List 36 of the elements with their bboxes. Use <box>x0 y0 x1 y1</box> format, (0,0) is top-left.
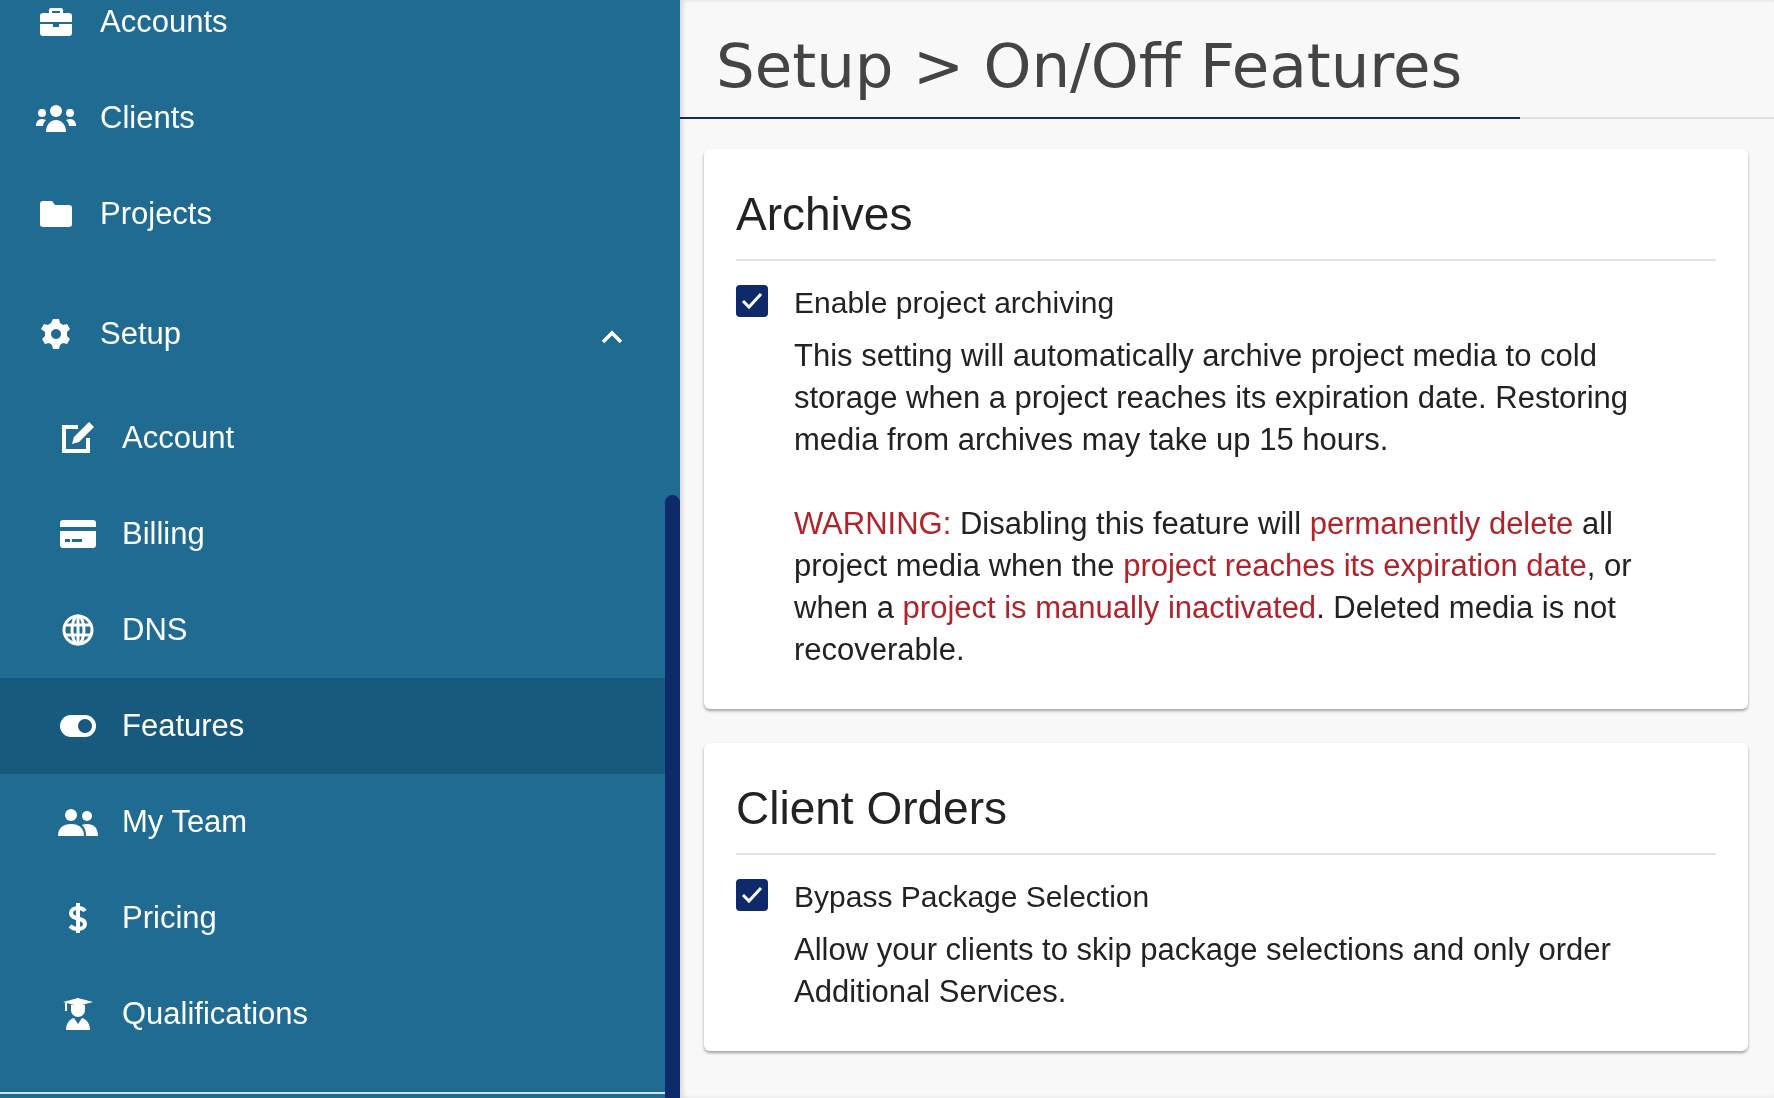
scrollbar-thumb[interactable] <box>665 495 680 1098</box>
settings-icon <box>41 319 71 349</box>
sidebar-item[interactable]: Account <box>0 390 665 486</box>
sidebar-item[interactable]: Features <box>0 678 665 774</box>
sidebar-item[interactable]: Setup <box>0 262 665 390</box>
page-title: Setup > On/Off Features <box>680 0 1521 119</box>
check-icon <box>741 292 763 310</box>
dollar-icon <box>68 902 88 934</box>
sidebar-item[interactable]: DNS <box>0 582 665 678</box>
folder-icon <box>40 201 72 227</box>
sidebar-item[interactable]: Accounts <box>0 0 665 70</box>
sidebar-item[interactable]: Qualifications <box>0 966 665 1062</box>
briefcase-icon <box>40 8 72 36</box>
description-text: Allow your clients to skip package selections and only order Additional Services. <box>794 931 1612 1011</box>
sidebar-item[interactable]: Pricing <box>0 870 665 966</box>
check-icon <box>741 886 763 904</box>
sidebar-item[interactable]: Billing <box>0 486 665 582</box>
graduate-icon <box>63 998 93 1030</box>
sidebar-item[interactable]: My Team <box>0 774 665 870</box>
checkbox[interactable] <box>736 879 768 911</box>
chevron-up-icon <box>601 330 623 344</box>
credit-card-icon <box>60 520 96 548</box>
users-icon <box>36 104 76 132</box>
globe-icon <box>62 614 94 646</box>
description-text: This setting will automatically archive project media to cold storage when a project reaches its expiration date. Restoring media from archives may take up 15 hours. <box>794 337 1630 459</box>
option-label: Enable project archiving <box>794 285 1116 321</box>
users-icon <box>58 808 98 836</box>
warning-text: WARNING: Disabling this feature will permanently delete all project media when the project reaches its expiration date, or when a project is manually inactivated. Deleted media is not recoverable. <box>794 505 1633 669</box>
option-label: Bypass Package Selection <box>794 879 1151 915</box>
toggle-icon <box>60 715 96 737</box>
sidebar-item[interactable]: Clients <box>0 70 665 166</box>
section-title: Client Orders <box>736 763 1716 855</box>
section-title: Archives <box>736 169 1716 261</box>
edit-icon <box>60 422 96 454</box>
checkbox[interactable] <box>736 285 768 317</box>
sidebar-item[interactable]: Projects <box>0 166 665 262</box>
